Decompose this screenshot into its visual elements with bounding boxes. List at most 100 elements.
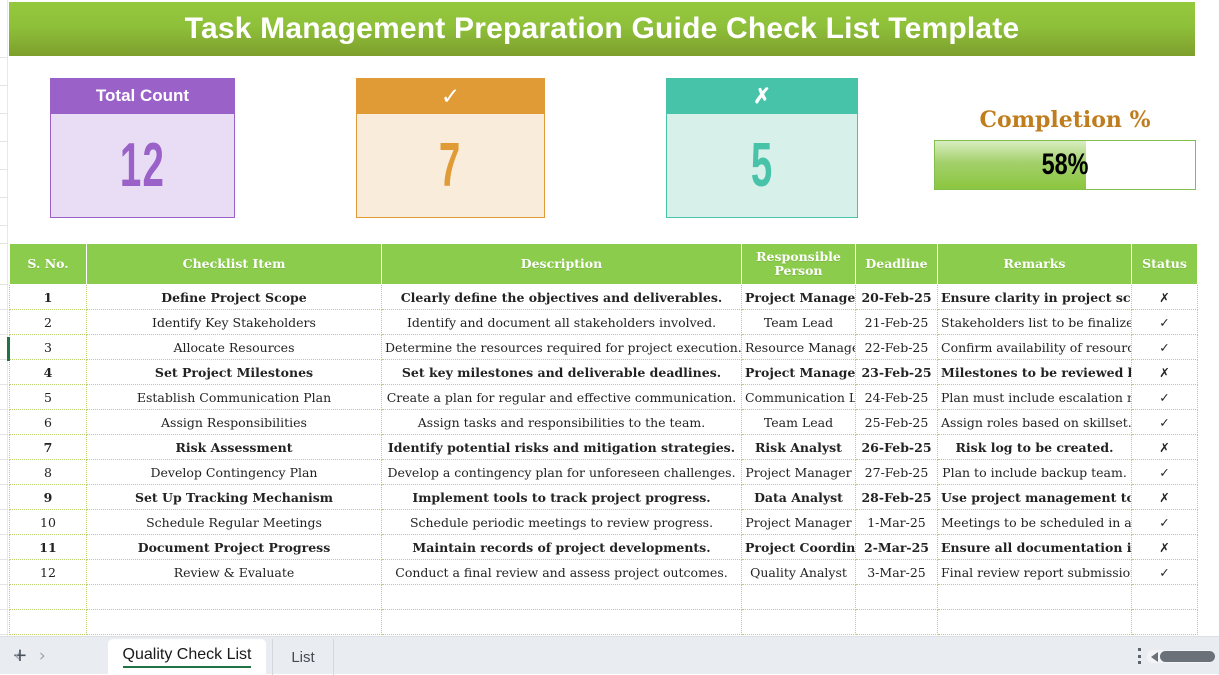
cell-desc[interactable]: Schedule periodic meetings to review pro…: [381, 509, 742, 535]
cell-empty[interactable]: [381, 609, 742, 635]
cell-person[interactable]: Risk Analyst: [741, 434, 856, 460]
table-row[interactable]: 12 Review & Evaluate Conduct a final revie…: [9, 559, 1198, 585]
cell-item[interactable]: Review & Evaluate: [86, 559, 382, 585]
cell-empty[interactable]: [9, 609, 87, 635]
status-check-icon[interactable]: ✓: [1131, 384, 1198, 410]
status-cross-icon[interactable]: ✗: [1131, 434, 1198, 460]
cell-empty[interactable]: [937, 609, 1132, 635]
cell-item[interactable]: Document Project Progress: [86, 534, 382, 560]
column-header-remarks[interactable]: Remarks: [937, 243, 1132, 285]
cell-item[interactable]: Set Project Milestones: [86, 359, 382, 385]
table-row[interactable]: 10 Schedule Regular Meetings Schedule peri…: [9, 509, 1198, 535]
cell-sno[interactable]: 1: [9, 284, 87, 310]
cell-remarks[interactable]: Confirm availability of resources.: [937, 334, 1132, 360]
cell-desc[interactable]: Conduct a final review and assess projec…: [381, 559, 742, 585]
cell-desc[interactable]: Determine the resources required for pro…: [381, 334, 742, 360]
cell-item[interactable]: Assign Responsibilities: [86, 409, 382, 435]
cell-remarks[interactable]: Use project management tool.: [937, 484, 1132, 510]
cell-empty[interactable]: [1131, 584, 1198, 610]
cell-deadline[interactable]: 27-Feb-25: [855, 459, 938, 485]
cell-remarks[interactable]: Ensure all documentation is updated.: [937, 534, 1132, 560]
cell-empty[interactable]: [86, 609, 382, 635]
column-header-item[interactable]: Checklist Item: [86, 243, 382, 285]
table-row[interactable]: 7 Risk Assessment Identify potential risks…: [9, 434, 1198, 460]
cell-empty[interactable]: [855, 609, 938, 635]
cell-person[interactable]: Data Analyst: [741, 484, 856, 510]
cell-deadline[interactable]: 23-Feb-25: [855, 359, 938, 385]
scroll-left-arrow-icon[interactable]: [1151, 651, 1158, 662]
cell-deadline[interactable]: 24-Feb-25: [855, 384, 938, 410]
cell-deadline[interactable]: 22-Feb-25: [855, 334, 938, 360]
sheet-tab-quality-check-list[interactable]: Quality Check List: [108, 639, 266, 675]
column-header-person[interactable]: Responsible Person: [741, 243, 856, 285]
cell-empty[interactable]: [937, 584, 1132, 610]
column-header-deadline[interactable]: Deadline: [855, 243, 938, 285]
cell-sno[interactable]: 2: [9, 309, 87, 335]
cell-deadline[interactable]: 26-Feb-25: [855, 434, 938, 460]
cell-desc[interactable]: Identify and document all stakeholders i…: [381, 309, 742, 335]
cell-deadline[interactable]: 2-Mar-25: [855, 534, 938, 560]
cell-person[interactable]: Project Manager: [741, 459, 856, 485]
cell-person[interactable]: Project Coordinator: [741, 534, 856, 560]
cell-item[interactable]: Risk Assessment: [86, 434, 382, 460]
status-check-icon[interactable]: ✓: [1131, 459, 1198, 485]
cell-sno[interactable]: 7: [9, 434, 87, 460]
table-row-empty[interactable]: [9, 609, 1198, 635]
more-options-icon[interactable]: [1137, 648, 1141, 664]
column-header-status[interactable]: Status: [1131, 243, 1198, 285]
cell-remarks[interactable]: Plan to include backup team.: [937, 459, 1132, 485]
sheet-tab-list[interactable]: List: [272, 639, 334, 675]
cell-desc[interactable]: Develop a contingency plan for unforesee…: [381, 459, 742, 485]
status-check-icon[interactable]: ✓: [1131, 409, 1198, 435]
cell-deadline[interactable]: 28-Feb-25: [855, 484, 938, 510]
cell-item[interactable]: Define Project Scope: [86, 284, 382, 310]
cell-remarks[interactable]: Risk log to be created.: [937, 434, 1132, 460]
table-row[interactable]: 11 Document Project Progress Maintain reco…: [9, 534, 1198, 560]
table-row[interactable]: 3 Allocate Resources Determine the resourc…: [9, 334, 1198, 360]
cell-person[interactable]: Resource Manager: [741, 334, 856, 360]
cell-item[interactable]: Set Up Tracking Mechanism: [86, 484, 382, 510]
cell-empty[interactable]: [741, 584, 856, 610]
cell-remarks[interactable]: Ensure clarity in project scope.: [937, 284, 1132, 310]
cell-person[interactable]: Project Manager: [741, 359, 856, 385]
table-row[interactable]: 5 Establish Communication Plan Create a pl…: [9, 384, 1198, 410]
status-cross-icon[interactable]: ✗: [1131, 484, 1198, 510]
cell-person[interactable]: Team Lead: [741, 409, 856, 435]
cell-item[interactable]: Schedule Regular Meetings: [86, 509, 382, 535]
cell-deadline[interactable]: 3-Mar-25: [855, 559, 938, 585]
status-cross-icon[interactable]: ✗: [1131, 534, 1198, 560]
cell-deadline[interactable]: 1-Mar-25: [855, 509, 938, 535]
cell-desc[interactable]: Assign tasks and responsibilities to the…: [381, 409, 742, 435]
cell-item[interactable]: Identify Key Stakeholders: [86, 309, 382, 335]
cell-desc[interactable]: Implement tools to track project progres…: [381, 484, 742, 510]
next-sheet-arrow-icon[interactable]: ›: [39, 647, 46, 665]
status-check-icon[interactable]: ✓: [1131, 334, 1198, 360]
cell-sno[interactable]: 9: [9, 484, 87, 510]
table-row[interactable]: 4 Set Project Milestones Set key milestone…: [9, 359, 1198, 385]
cell-empty[interactable]: [1131, 609, 1198, 635]
cell-sno[interactable]: 6: [9, 409, 87, 435]
table-row[interactable]: 2 Identify Key Stakeholders Identify and d…: [9, 309, 1198, 335]
cell-remarks[interactable]: Milestones to be reviewed by all teams.: [937, 359, 1132, 385]
table-row[interactable]: 6 Assign Responsibilities Assign tasks and…: [9, 409, 1198, 435]
scrollbar-thumb[interactable]: [1160, 651, 1215, 662]
status-check-icon[interactable]: ✓: [1131, 559, 1198, 585]
cell-sno[interactable]: 8: [9, 459, 87, 485]
cell-person[interactable]: Quality Analyst: [741, 559, 856, 585]
cell-desc[interactable]: Create a plan for regular and effective …: [381, 384, 742, 410]
cell-remarks[interactable]: Final review report submission.: [937, 559, 1132, 585]
cell-item[interactable]: Allocate Resources: [86, 334, 382, 360]
table-row[interactable]: 1 Define Project Scope Clearly define the …: [9, 284, 1198, 310]
cell-deadline[interactable]: 20-Feb-25: [855, 284, 938, 310]
status-cross-icon[interactable]: ✗: [1131, 284, 1198, 310]
cell-sno[interactable]: 10: [9, 509, 87, 535]
cell-desc[interactable]: Clearly define the objectives and delive…: [381, 284, 742, 310]
cell-person[interactable]: Project Manager: [741, 509, 856, 535]
cell-person[interactable]: Team Lead: [741, 309, 856, 335]
cell-empty[interactable]: [741, 609, 856, 635]
cell-empty[interactable]: [381, 584, 742, 610]
status-check-icon[interactable]: ✓: [1131, 509, 1198, 535]
cell-remarks[interactable]: Assign roles based on skillset.: [937, 409, 1132, 435]
horizontal-scrollbar[interactable]: [1147, 650, 1215, 663]
prev-sheet-arrow-icon[interactable]: ‹: [14, 647, 21, 665]
